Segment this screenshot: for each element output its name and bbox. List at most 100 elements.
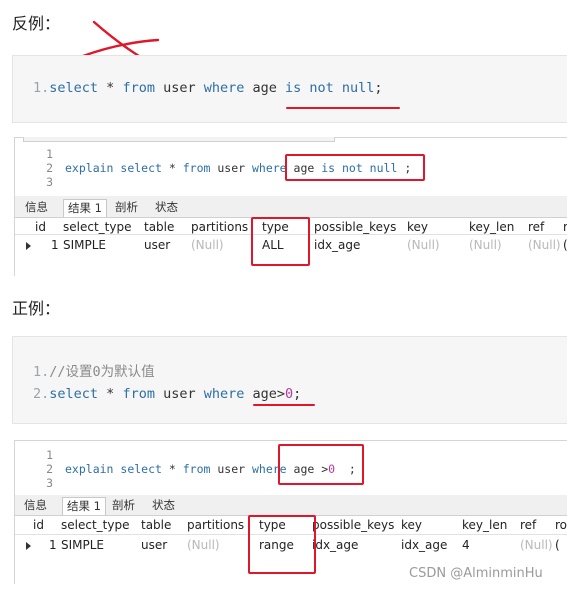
result-tab-2[interactable]: 剖析	[108, 497, 139, 514]
row-cell[interactable]: (Null)	[407, 238, 440, 252]
row-cell[interactable]: user	[144, 238, 170, 252]
column-header-key[interactable]: key	[407, 220, 428, 234]
row-cell[interactable]: 4	[462, 538, 470, 552]
column-header-key[interactable]: key	[401, 518, 422, 532]
row-cell[interactable]: (Null)	[187, 538, 220, 552]
column-header-select_type[interactable]: select_type	[63, 220, 131, 234]
column-header-select_type[interactable]: select_type	[61, 518, 129, 532]
query-token: select	[120, 161, 162, 175]
good-underline	[253, 404, 315, 406]
column-header-key_len[interactable]: key_len	[469, 220, 514, 234]
row-cell[interactable]: (Null)	[191, 238, 224, 252]
row-cell[interactable]: 1	[51, 238, 59, 252]
column-header-table[interactable]: table	[144, 220, 174, 234]
column-header-ref[interactable]: ref	[528, 220, 544, 234]
query-token: user	[210, 462, 252, 476]
result-tab-0[interactable]: 信息	[21, 199, 52, 216]
code-token: *	[98, 386, 123, 402]
column-header-id[interactable]: id	[35, 220, 46, 234]
result-tab-2[interactable]: 剖析	[111, 199, 142, 216]
column-header-table[interactable]: table	[141, 518, 171, 532]
bad-result-tabs: 信息 结果 1 剖析 状态	[21, 199, 221, 217]
column-header-possible_keys[interactable]: possible_keys	[312, 518, 394, 532]
current-row-marker	[26, 542, 31, 550]
query-token: explain	[65, 462, 121, 476]
query-token: *	[161, 462, 183, 476]
good-code-lines: 1.//设置0为默认值 2.select * from user where ag…	[33, 361, 301, 405]
result-tab-1[interactable]: 结果 1	[63, 199, 107, 217]
good-example-heading: 正例：	[12, 299, 61, 318]
column-header-row[interactable]: row	[555, 518, 567, 532]
query-token: where	[251, 161, 287, 175]
code-line: 1.select * from user where age is not nu…	[33, 80, 383, 96]
csdn-watermark: CSDN @AlminminHu	[409, 566, 543, 581]
query-token: from	[182, 161, 211, 175]
editor-line-number: 2	[46, 161, 53, 175]
column-header-r[interactable]: r	[563, 220, 567, 234]
editor-line-number: 3	[46, 175, 53, 189]
code-token: where	[203, 80, 245, 96]
result-tab-0[interactable]: 信息	[20, 497, 51, 514]
code-token: ;	[293, 386, 302, 402]
current-row-marker	[26, 242, 31, 250]
row-cell[interactable]: (Null)	[520, 538, 553, 552]
query-token: *	[161, 161, 183, 175]
bad-underline	[286, 107, 400, 109]
query-token: user	[210, 161, 252, 175]
row-cell[interactable]: (Null)	[528, 238, 561, 252]
bad-code-block: 1.select * from user where age is not nu…	[12, 55, 567, 123]
result-tab-1[interactable]: 结果 1	[62, 497, 106, 515]
row-cell[interactable]: idx_age	[401, 538, 447, 552]
editor-line-number: 3	[46, 476, 53, 490]
result-tab-3[interactable]: 状态	[151, 199, 182, 216]
query-token: select	[120, 462, 162, 476]
bad-code-line: 1.select * from user where age is not nu…	[33, 80, 383, 96]
row-cell[interactable]: SIMPLE	[63, 238, 106, 252]
code-line-number: 1.	[33, 364, 50, 380]
good-result-tabs: 信息 结果 1 剖析 状态	[20, 497, 220, 515]
code-token: 0	[285, 386, 294, 402]
code-token: is not null	[285, 80, 375, 96]
code-token: from	[122, 386, 155, 402]
column-header-partitions[interactable]: partitions	[187, 518, 244, 532]
row-cell[interactable]: 1	[49, 538, 57, 552]
code-token: age	[244, 80, 286, 96]
column-header-id[interactable]: id	[33, 518, 44, 532]
query-token: from	[182, 462, 211, 476]
column-header-key_len[interactable]: key_len	[462, 518, 507, 532]
code-line: 2.select * from user where age>0;	[33, 383, 301, 405]
code-token: select	[49, 386, 99, 402]
bad-query-highlight	[285, 154, 425, 181]
code-token: //设置0为默认值	[49, 364, 155, 380]
editor-line-number: 2	[46, 462, 53, 476]
code-line: 1.//设置0为默认值	[33, 361, 301, 383]
good-type-highlight	[248, 515, 316, 574]
row-cell[interactable]: user	[141, 538, 167, 552]
editor-line-number: 1	[46, 147, 53, 161]
editor-toolbar-strip	[23, 137, 335, 142]
row-cell[interactable]: (	[563, 238, 567, 252]
row-cell[interactable]: (	[555, 538, 560, 552]
bad-type-highlight	[251, 217, 310, 266]
row-cell[interactable]: idx_age	[312, 538, 358, 552]
column-header-ref[interactable]: ref	[520, 518, 536, 532]
row-cell[interactable]: (Null)	[469, 238, 502, 252]
column-header-possible_keys[interactable]: possible_keys	[314, 220, 396, 234]
code-token: from	[122, 80, 155, 96]
code-token: where	[203, 386, 245, 402]
query-token: explain	[65, 161, 121, 175]
row-cell[interactable]: SIMPLE	[61, 538, 104, 552]
result-tab-3[interactable]: 状态	[148, 497, 179, 514]
code-token: user	[154, 386, 204, 402]
column-header-partitions[interactable]: partitions	[191, 220, 248, 234]
code-token: age>	[244, 386, 286, 402]
code-token: ;	[374, 80, 383, 96]
code-line-number: 1.	[33, 80, 50, 96]
row-cell[interactable]: idx_age	[314, 238, 360, 252]
code-line-number: 2.	[33, 386, 50, 402]
good-code-block: 1.//设置0为默认值 2.select * from user where ag…	[12, 336, 567, 424]
code-token: select	[49, 80, 99, 96]
good-query-highlight	[278, 444, 364, 485]
editor-line-number: 1	[46, 448, 53, 462]
code-token: user	[154, 80, 204, 96]
